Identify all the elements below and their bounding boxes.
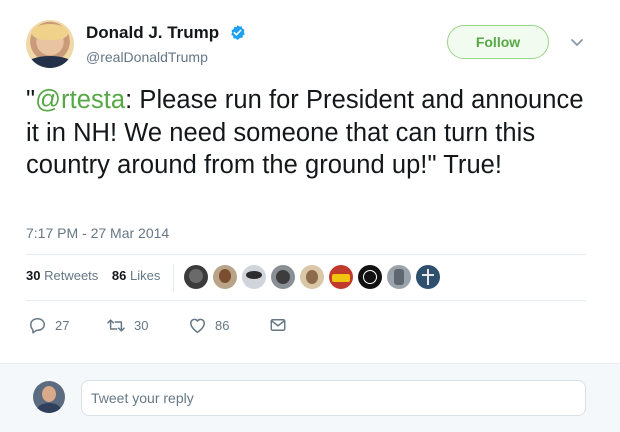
liker-avatar[interactable]: [329, 265, 353, 289]
retweet-icon: [107, 319, 125, 332]
avatar-suit: [26, 56, 74, 68]
like-count: 86: [215, 318, 230, 333]
likes-count: 86: [111, 268, 127, 283]
reply-bar: Tweet your reply: [0, 363, 620, 432]
quote-open: ": [26, 86, 36, 114]
liker-avatar[interactable]: [213, 265, 237, 289]
liker-avatar[interactable]: [184, 265, 208, 289]
retweets-label: Retweets: [44, 268, 99, 283]
tweet-text: "@rtesta: Please run for President and a…: [26, 84, 596, 182]
message-action[interactable]: [269, 316, 287, 334]
liker-avatar[interactable]: [300, 265, 324, 289]
liker-avatars: [184, 265, 445, 289]
author-handle[interactable]: @realDonaldTrump: [86, 49, 208, 65]
reply-input[interactable]: Tweet your reply: [81, 380, 586, 416]
divider-bottom: [26, 300, 586, 301]
likes-stat[interactable]: 86 Likes: [112, 268, 160, 283]
liker-avatar[interactable]: [271, 265, 295, 289]
like-action[interactable]: 86: [188, 316, 229, 335]
chevron-down-icon[interactable]: [569, 34, 585, 50]
retweets-stat[interactable]: 30 Retweets: [26, 268, 98, 283]
liker-avatar[interactable]: [358, 265, 382, 289]
avatar-hair: [32, 24, 68, 40]
envelope-icon: [270, 319, 286, 331]
author-avatar[interactable]: [26, 20, 74, 68]
avatar-face: [42, 386, 56, 402]
reply-icon: [30, 318, 45, 334]
retweets-count: 30: [26, 268, 41, 283]
liker-avatar[interactable]: [242, 265, 266, 289]
mention-link[interactable]: @rtesta: [35, 86, 125, 114]
retweet-count: 30: [134, 318, 149, 333]
liker-avatar[interactable]: [387, 265, 411, 289]
tweet-header: Donald J. Trump @realDonaldTrump Follow: [26, 20, 596, 70]
current-user-avatar[interactable]: [33, 381, 65, 413]
stats-separator: [173, 264, 174, 292]
heart-icon: [190, 318, 205, 333]
tweet-stats: 30 Retweets 86 Likes: [26, 268, 170, 283]
liker-avatar[interactable]: [416, 265, 440, 289]
retweet-action[interactable]: 30: [106, 316, 148, 335]
verified-badge-icon: [231, 25, 245, 40]
follow-button[interactable]: Follow: [447, 25, 549, 59]
likes-label: Likes: [130, 268, 161, 283]
reply-action[interactable]: 27: [28, 316, 69, 335]
divider-top: [26, 254, 586, 255]
author-name[interactable]: Donald J. Trump: [86, 23, 219, 43]
tweet-timestamp[interactable]: 7:17 PM - 27 Mar 2014: [26, 225, 169, 241]
reply-count: 27: [55, 318, 70, 333]
avatar-body: [37, 403, 61, 413]
